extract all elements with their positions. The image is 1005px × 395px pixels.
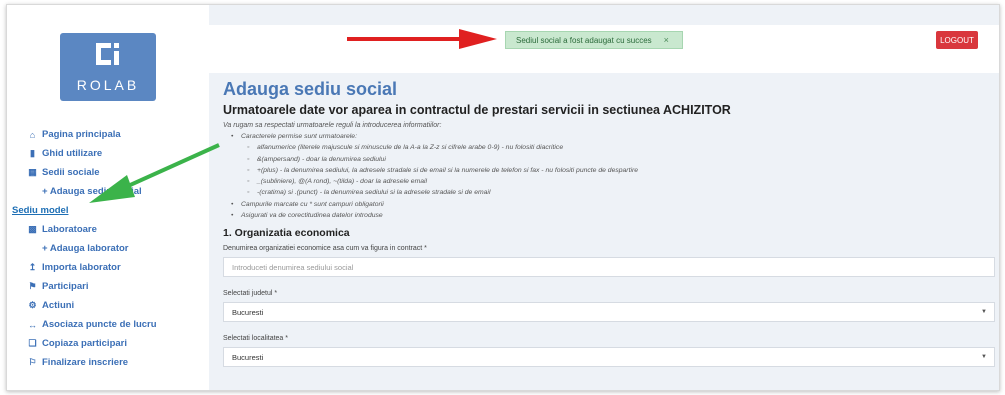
lab-icon: ▩ (28, 224, 37, 234)
home-icon: ⌂ (29, 129, 36, 140)
sidebar-item-copiaza-participari[interactable]: ❏ Copiaza participari (27, 334, 207, 353)
sidebar-item-label: Pagina principala (42, 129, 121, 140)
chevron-down-icon: ▼ (981, 354, 987, 361)
sidebar-item-label: Participari (42, 281, 89, 292)
logo[interactable]: ROLAB (60, 33, 156, 101)
logout-button[interactable]: LOGOUT (936, 31, 978, 49)
main-panel: Sediul social a fost adaugat cu succes ×… (209, 5, 999, 390)
sidebar-item-pagina-principala[interactable]: ⌂ Pagina principala (27, 125, 207, 144)
sidebar-item-label: Asociaza puncte de lucru (42, 319, 157, 330)
book-icon: ▮ (30, 148, 35, 158)
sidebar-item-label: + Adauga laborator (42, 243, 129, 254)
subtitle-bold: ACHIZITOR (663, 103, 731, 117)
localitate-label: Selectati localitatea * (223, 335, 288, 343)
sidebar-item-adauga-sediu[interactable]: + Adauga sediu social (27, 182, 207, 201)
judet-value: Bucuresti (232, 307, 264, 317)
rule-item: alfanumerice (literele majuscule si minu… (223, 142, 993, 153)
sidebar-item-label: + Adauga sediu social (42, 186, 142, 197)
judet-select[interactable]: Bucuresti ▼ (223, 302, 995, 323)
sidebar-item-label: Sedii sociale (42, 167, 100, 178)
sidebar-item-asociaza-puncte[interactable]: ↔ Asociaza puncte de lucru (27, 315, 207, 334)
logo-mark-icon (96, 43, 119, 65)
sidebar-item-actiuni[interactable]: ⚙ Actiuni (27, 296, 207, 315)
link-icon: ↔ (28, 319, 37, 330)
flag-icon: ⚐ (28, 357, 37, 367)
localitate-value: Bucuresti (232, 352, 264, 362)
sidebar-item-label: Sediu model (12, 205, 69, 216)
toast-message: Sediul social a fost adaugat cu succes (516, 35, 652, 45)
rule-item: _(subliniere), @(A rond), ~(tilda) - doa… (223, 176, 993, 187)
upload-icon: ↥ (28, 262, 37, 272)
subtitle-text: Urmatoarele date vor aparea in contractu… (223, 103, 663, 117)
sidebar-item-label: Copiaza participari (42, 338, 127, 349)
rule-item: Asigurati va de corectitudinea datelor i… (223, 210, 993, 221)
sidebar-item-label: Actiuni (42, 300, 75, 311)
rule-item: -(cratima) si .(punct) - la denumirea se… (223, 187, 993, 198)
org-name-label: Denumirea organizatiei economice asa cum… (223, 245, 427, 253)
section-title: 1. Organizatia economica (223, 227, 350, 240)
app-window: ROLAB ⌂ Pagina principala ▮ Ghid utiliza… (6, 4, 1000, 391)
sidebar-item-sedii-sociale[interactable]: ▦ Sedii sociale (27, 163, 207, 182)
sidebar-item-finalizare-inscriere[interactable]: ⚐ Finalizare inscriere (27, 353, 207, 372)
org-name-input[interactable]: Introduceti denumirea sediului social (223, 257, 995, 278)
rule-item: &(ampersand) - doar la denumirea sediulu… (223, 154, 993, 165)
sidebar-item-laboratoare[interactable]: ▩ Laboratoare (27, 220, 207, 239)
page-title: Adauga sediu social (223, 79, 398, 99)
logo-text: ROLAB (76, 77, 140, 93)
close-icon[interactable]: × (664, 35, 669, 45)
rule-item: +(plus) - la denumirea sediului, la adre… (223, 165, 993, 176)
sidebar-item-sediu-model[interactable]: Sediu model (12, 201, 207, 220)
copy-icon: ❏ (28, 338, 37, 348)
sidebar-item-label: Importa laborator (42, 262, 121, 273)
sidebar-item-label: Ghid utilizare (42, 148, 103, 159)
top-bar: Sediul social a fost adaugat cu succes ×… (209, 25, 999, 73)
chevron-down-icon: ▼ (981, 309, 987, 316)
sidebar-nav: ⌂ Pagina principala ▮ Ghid utilizare ▦ S… (12, 125, 207, 372)
rule-item: Campurile marcate cu * sunt campuri obli… (223, 199, 993, 210)
page-subtitle: Urmatoarele date vor aparea in contractu… (223, 103, 993, 117)
judet-label: Selectati judetul * (223, 290, 278, 298)
building-icon: ▦ (28, 167, 37, 177)
gear-icon: ⚙ (28, 300, 37, 310)
sidebar-item-label: Laboratoare (42, 224, 97, 235)
sidebar-item-ghid-utilizare[interactable]: ▮ Ghid utilizare (27, 144, 207, 163)
sidebar-item-participari[interactable]: ⚑ Participari (27, 277, 207, 296)
sidebar-item-label: Finalizare inscriere (42, 357, 129, 368)
rules-list: Caracterele permise sunt urmatoarele: al… (223, 131, 993, 221)
sidebar: ROLAB ⌂ Pagina principala ▮ Ghid utiliza… (7, 5, 209, 390)
flag-icon: ⚑ (28, 281, 37, 291)
sidebar-item-importa-laborator[interactable]: ↥ Importa laborator (27, 258, 207, 277)
rules-intro: Va rugam sa respectati urmatoarele regul… (223, 122, 442, 129)
rule-item: Caracterele permise sunt urmatoarele: (223, 131, 993, 142)
form-content: Adauga sediu social Urmatoarele date vor… (223, 79, 995, 380)
success-toast: Sediul social a fost adaugat cu succes × (505, 31, 683, 49)
localitate-select[interactable]: Bucuresti ▼ (223, 347, 995, 368)
sidebar-item-adauga-laborator[interactable]: + Adauga laborator (27, 239, 207, 258)
